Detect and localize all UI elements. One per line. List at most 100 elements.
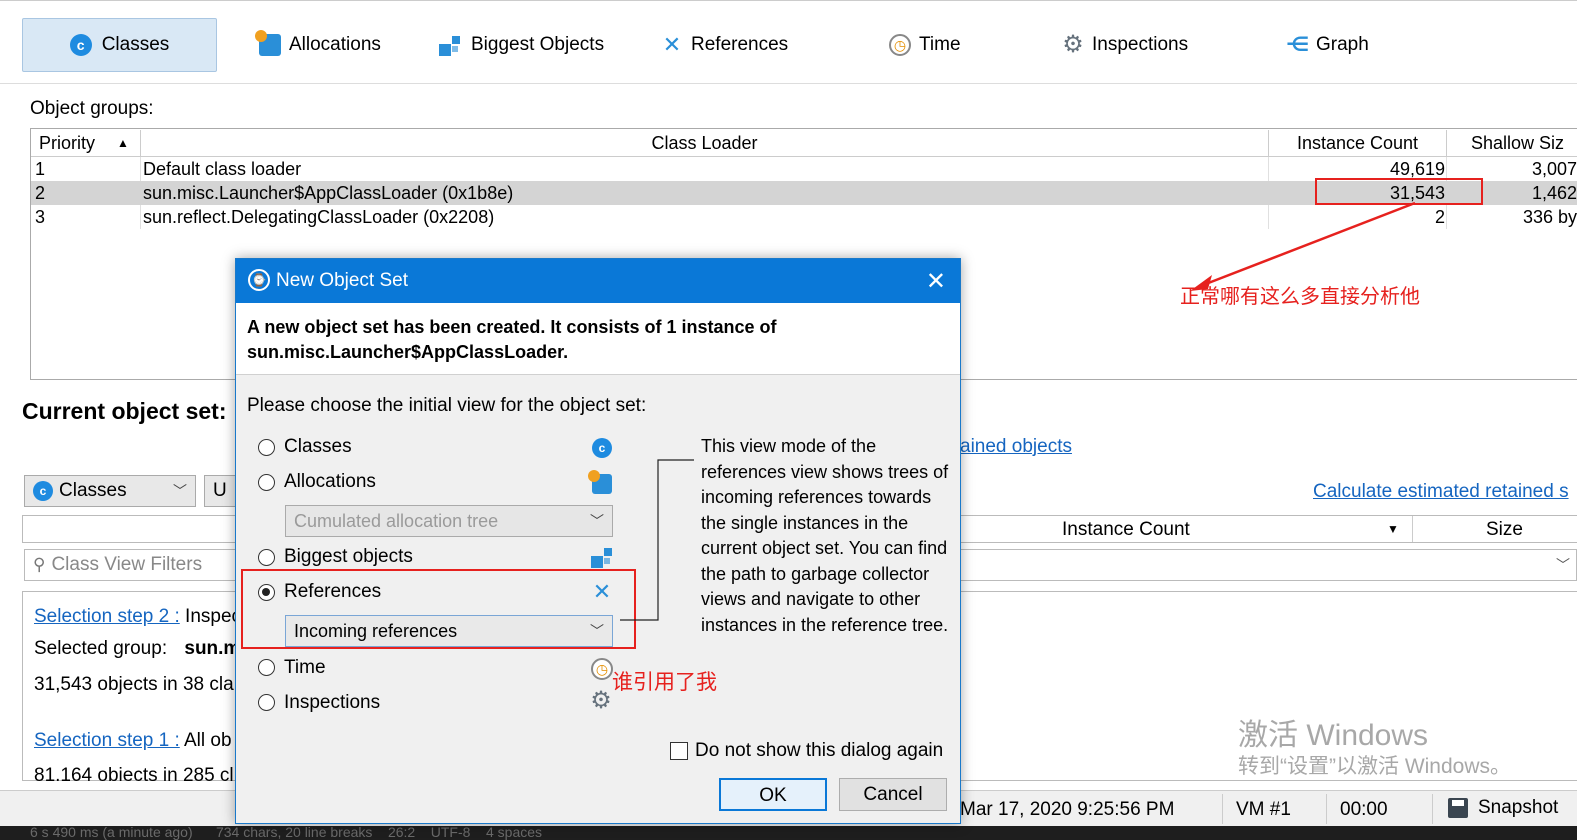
row-size: 1,462 bbox=[1531, 183, 1577, 203]
time-icon: ◷ bbox=[591, 658, 613, 680]
tab-classes[interactable]: c Classes bbox=[22, 18, 217, 72]
selected-group-value: sun.m bbox=[184, 638, 241, 659]
radio-inspections[interactable] bbox=[258, 694, 275, 711]
biggest-objects-icon bbox=[439, 34, 463, 56]
tab-label: Time bbox=[919, 34, 961, 55]
status-snapshot[interactable]: Snapshot bbox=[1448, 797, 1558, 819]
status-date: Mar 17, 2020 9:25:56 PM bbox=[960, 799, 1175, 820]
tab-allocations[interactable]: Allocations bbox=[255, 18, 381, 72]
references-icon: ✕ bbox=[592, 579, 612, 604]
current-set-title: Current object set: bbox=[22, 398, 227, 424]
step2-link[interactable]: Selection step 2 : bbox=[34, 606, 180, 627]
tab-graph[interactable]: ⋲ Graph bbox=[1286, 18, 1369, 72]
col-shallow-size[interactable]: Shallow Siz bbox=[1447, 130, 1577, 156]
graph-icon: ⋲ bbox=[1286, 34, 1310, 56]
tab-label: Classes bbox=[101, 34, 170, 55]
col-class-loader[interactable]: Class Loader bbox=[141, 130, 1269, 156]
dont-show-checkbox[interactable] bbox=[670, 742, 688, 760]
tab-label: Allocations bbox=[289, 34, 381, 55]
view-select-value: Classes bbox=[59, 480, 127, 501]
row-loader: Default class loader bbox=[143, 159, 302, 179]
inspections-icon: ⚙ bbox=[590, 687, 612, 714]
col-instance-count-2[interactable]: Instance Count bbox=[1062, 519, 1190, 541]
biggest-objects-icon bbox=[591, 546, 615, 568]
row-loader: sun.misc.Launcher$AppClassLoader (0x1b8e… bbox=[143, 183, 514, 203]
status-divider bbox=[1222, 794, 1223, 824]
calculate-retained-link[interactable]: Calculate estimated retained s bbox=[1313, 481, 1569, 503]
tab-references[interactable]: ✕ References bbox=[661, 18, 788, 72]
step1-link[interactable]: Selection step 1 : bbox=[34, 730, 180, 751]
col-instance-count[interactable]: Instance Count bbox=[1269, 130, 1447, 156]
col-size[interactable]: Size bbox=[1486, 519, 1523, 541]
row-size: 3,007 bbox=[1531, 159, 1577, 179]
object-groups-title: Object groups: bbox=[30, 98, 154, 119]
selection-step-1: Selection step 1 : All ob bbox=[34, 730, 232, 752]
annotation-note: 正常哪有这么多直接分析他 bbox=[1180, 286, 1420, 308]
references-select-value: Incoming references bbox=[294, 621, 458, 641]
radio-time[interactable] bbox=[258, 659, 275, 676]
row-loader: sun.reflect.DelegatingClassLoader (0x220… bbox=[143, 207, 495, 227]
filter-placeholder: Class View Filters bbox=[51, 554, 203, 575]
references-icon: ✕ bbox=[662, 32, 682, 57]
chevron-down-icon: ﹀ bbox=[590, 623, 604, 639]
tab-biggest-objects[interactable]: Biggest Objects bbox=[439, 18, 604, 72]
sort-ascending-icon: ▲ bbox=[117, 136, 129, 150]
classes-icon: c bbox=[33, 481, 53, 501]
option-time-label: Time bbox=[284, 657, 326, 678]
annotation-note-2: 谁引用了我 bbox=[612, 671, 717, 694]
row-priority: 1 bbox=[35, 159, 46, 179]
tab-label: Inspections bbox=[1092, 34, 1189, 55]
row-size: 336 by bbox=[1522, 207, 1577, 227]
dont-show-label: Do not show this dialog again bbox=[695, 740, 944, 761]
view-description: This view mode of the references view sh… bbox=[701, 436, 949, 635]
ok-button[interactable]: OK bbox=[719, 778, 827, 811]
tab-label: Graph bbox=[1316, 34, 1369, 55]
status-divider bbox=[1326, 794, 1327, 824]
radio-references[interactable] bbox=[258, 584, 275, 601]
classes-icon: c bbox=[592, 438, 612, 458]
editor-status-text: 6 s 490 ms (a minute ago) 734 chars, 20 … bbox=[30, 826, 543, 840]
time-icon: ◷ bbox=[889, 34, 911, 56]
sort-descending-icon: ▼ bbox=[1387, 522, 1399, 536]
col-priority[interactable]: Priority ▲ bbox=[31, 130, 141, 156]
option-biggest-label: Biggest objects bbox=[284, 546, 413, 567]
cancel-button[interactable]: Cancel bbox=[839, 778, 947, 811]
radio-allocations[interactable] bbox=[258, 474, 275, 491]
row-priority: 2 bbox=[35, 183, 46, 203]
dialog-app-icon: ⌚ bbox=[248, 269, 270, 291]
snapshot-label: Snapshot bbox=[1478, 797, 1559, 818]
status-divider bbox=[1432, 794, 1433, 824]
tab-time[interactable]: ◷ Time bbox=[889, 18, 961, 72]
dialog-message: A new object set has been created. It co… bbox=[247, 317, 777, 362]
dialog-title: New Object Set bbox=[276, 270, 408, 291]
allocation-select-value: Cumulated allocation tree bbox=[294, 511, 499, 531]
classes-icon: c bbox=[69, 34, 92, 56]
save-icon bbox=[1448, 798, 1468, 818]
tab-label: References bbox=[691, 34, 789, 55]
dialog-message-area: A new object set has been created. It co… bbox=[236, 303, 960, 375]
radio-biggest-objects[interactable] bbox=[258, 549, 275, 566]
chevron-down-icon: ﹀ bbox=[590, 513, 604, 529]
description-connector bbox=[620, 459, 694, 621]
allocations-icon bbox=[255, 30, 281, 56]
step2-text: Inspec bbox=[185, 606, 242, 627]
tab-inspections[interactable]: ⚙ Inspections bbox=[1062, 18, 1188, 72]
chevron-down-icon: ﹀ bbox=[173, 483, 187, 499]
objects-summary: 31,543 objects in 38 cla bbox=[34, 674, 234, 695]
selected-group: Selected group: sun.m bbox=[34, 638, 240, 660]
chevron-down-icon: ﹀ bbox=[1556, 557, 1570, 573]
status-vm: VM #1 bbox=[1236, 799, 1291, 820]
allocations-icon bbox=[588, 470, 612, 495]
references-mode-select[interactable]: Incoming references ﹀ bbox=[285, 615, 613, 647]
activation-watermark-title: 激活 Windows bbox=[1238, 719, 1429, 752]
option-classes-label: Classes bbox=[284, 436, 352, 457]
retained-objects-link[interactable]: ained objects bbox=[960, 436, 1072, 458]
view-select[interactable]: c Classes ﹀ bbox=[24, 475, 196, 507]
radio-classes[interactable] bbox=[258, 439, 275, 456]
step1-text: All ob bbox=[184, 730, 232, 751]
inspections-icon: ⚙ bbox=[1062, 31, 1084, 58]
allocation-tree-select[interactable]: Cumulated allocation tree ﹀ bbox=[285, 505, 613, 537]
dialog-titlebar: ⌚ New Object Set ✕ bbox=[236, 259, 960, 303]
option-allocations-label: Allocations bbox=[284, 471, 376, 492]
close-icon[interactable]: ✕ bbox=[926, 267, 946, 296]
